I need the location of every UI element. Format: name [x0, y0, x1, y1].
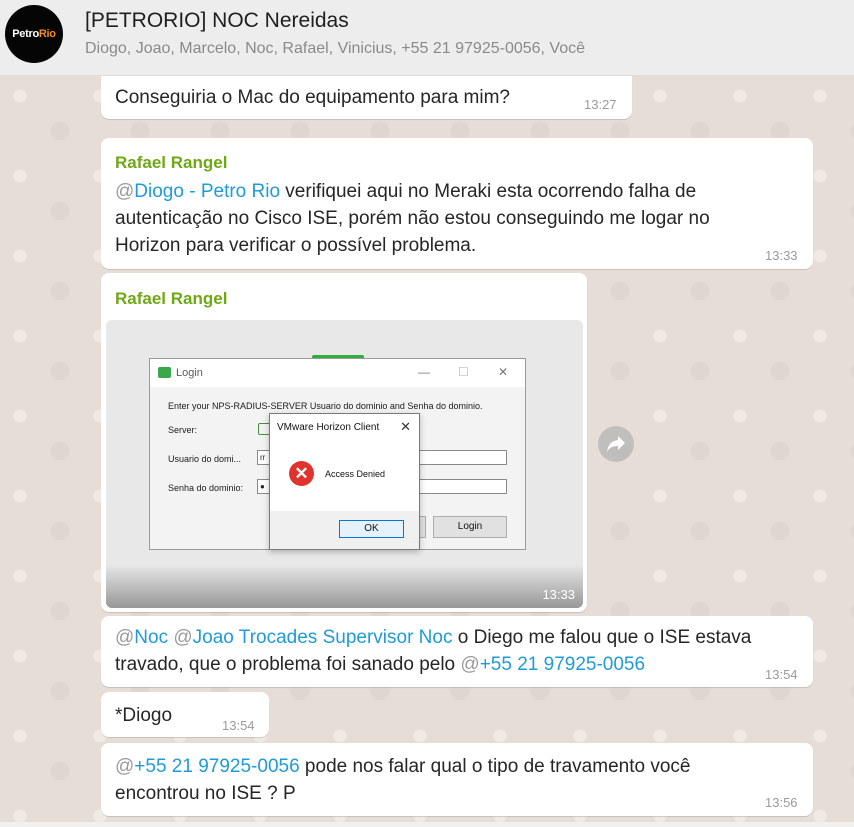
- message-text: @Diogo - Petro Rio verifiquei aqui no Me…: [115, 181, 710, 256]
- message-text: Conseguiria o Mac do equipamento para mi…: [115, 87, 510, 108]
- image-shade: [106, 564, 583, 608]
- pass-label: Senha do dominio:: [168, 483, 244, 493]
- dialog-message: Access Denied: [325, 469, 386, 479]
- message-time: 13:54: [222, 718, 255, 733]
- login-prompt: Enter your NPS-RADIUS-SERVER Usuario do …: [168, 401, 483, 411]
- mention-link[interactable]: +55 21 97925-0056: [134, 756, 299, 777]
- message-bubble[interactable]: @Noc @Joao Trocades Supervisor Noc o Die…: [101, 616, 813, 687]
- message-bubble[interactable]: Conseguiria o Mac do equipamento para mi…: [101, 76, 632, 119]
- maximize-icon: ☐: [458, 365, 469, 379]
- error-dialog: VMware Horizon Client ✕ ✕ Access Denied …: [269, 413, 420, 550]
- message-time: 13:33: [765, 248, 798, 263]
- message-bubble[interactable]: @+55 21 97925-0056 pode nos falar qual o…: [101, 743, 813, 816]
- screenshot-image[interactable]: Login — ☐ ✕ Enter your NPS-RADIUS-SERVER…: [106, 320, 583, 608]
- group-title[interactable]: [PETRORIO] NOC Nereidas: [85, 9, 349, 33]
- forward-arrow-icon: [607, 436, 625, 452]
- chat-header[interactable]: PetroRio [PETRORIO] NOC Nereidas Diogo, …: [0, 0, 854, 76]
- close-icon: ✕: [400, 419, 411, 434]
- login-titlebar: Login — ☐ ✕: [150, 359, 525, 387]
- mention-link[interactable]: +55 21 97925-0056: [480, 654, 645, 675]
- group-avatar[interactable]: PetroRio: [5, 5, 63, 63]
- server-label: Server:: [168, 425, 198, 435]
- login-button: Login: [433, 516, 507, 538]
- ok-button: OK: [339, 520, 404, 538]
- message-time: 13:33: [542, 587, 575, 602]
- message-bubble[interactable]: Rafael Rangel @Diogo - Petro Rio verifiq…: [101, 138, 813, 269]
- minimize-icon: —: [418, 365, 430, 379]
- composer-edge: [0, 822, 854, 827]
- login-title: Login: [176, 367, 203, 379]
- participant-list: Diogo, Joao, Marcelo, Noc, Rafael, Vinic…: [85, 40, 586, 57]
- mention-link[interactable]: Noc: [134, 627, 168, 648]
- forward-button[interactable]: [598, 426, 634, 462]
- mention-at: @: [115, 181, 135, 202]
- horizon-logo-icon: [158, 367, 171, 378]
- sender-name[interactable]: Rafael Rangel: [115, 153, 227, 173]
- close-icon: ✕: [498, 365, 509, 379]
- message-time: 13:27: [584, 97, 617, 112]
- sender-name[interactable]: Rafael Rangel: [115, 289, 227, 309]
- message-time: 13:56: [765, 795, 798, 810]
- mention-link[interactable]: Diogo - Petro Rio: [134, 181, 280, 202]
- avatar-logo: PetroRio: [12, 28, 56, 40]
- message-text: @+55 21 97925-0056 pode nos falar qual o…: [115, 756, 691, 804]
- mention-link[interactable]: Joao Trocades Supervisor Noc: [193, 627, 453, 648]
- message-text: *Diogo: [115, 705, 173, 726]
- error-x-icon: ✕: [289, 461, 314, 486]
- message-time: 13:54: [765, 667, 798, 682]
- dialog-title: VMware Horizon Client: [277, 422, 380, 433]
- dialog-footer: OK: [270, 511, 419, 549]
- user-label: Usuario do domi...: [168, 454, 242, 464]
- message-bubble[interactable]: *Diogo 13:54: [101, 692, 269, 737]
- message-text: @Noc @Joao Trocades Supervisor Noc o Die…: [115, 627, 752, 675]
